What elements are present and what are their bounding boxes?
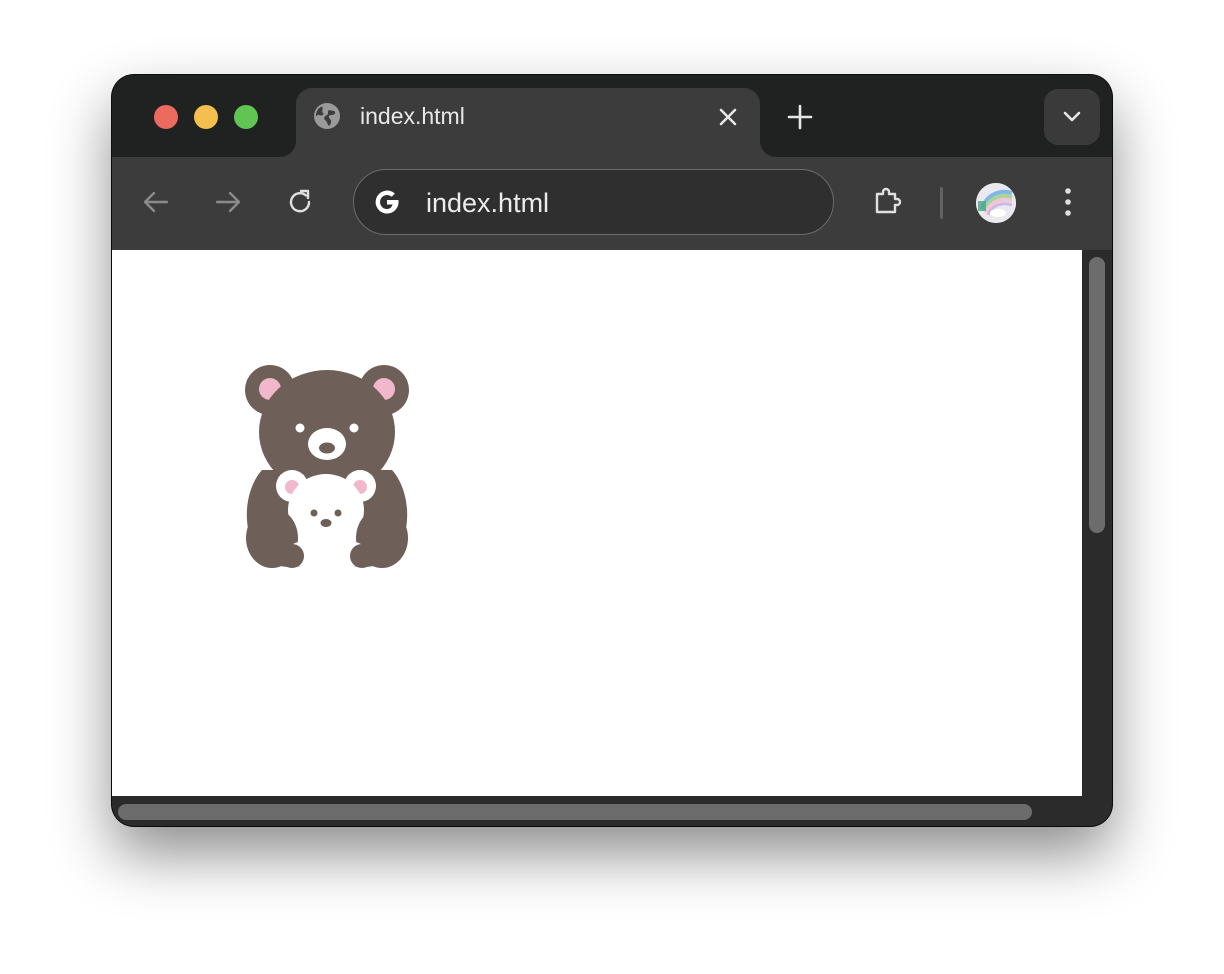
- browser-window: index.html index.html: [112, 75, 1112, 826]
- google-g-icon: [372, 187, 402, 217]
- extensions-button[interactable]: [871, 185, 905, 219]
- profile-avatar[interactable]: [976, 183, 1016, 223]
- screen: index.html index.html: [0, 0, 1224, 974]
- tab-strip: index.html: [112, 75, 1112, 157]
- tab-title: index.html: [360, 103, 465, 129]
- address-bar[interactable]: index.html: [353, 169, 834, 235]
- toolbar: index.html: [112, 157, 1112, 250]
- chevron-down-icon: [1063, 111, 1081, 122]
- globe-icon: [313, 102, 341, 130]
- zoom-window-button[interactable]: [234, 105, 258, 129]
- vertical-scrollbar-thumb[interactable]: [1089, 257, 1105, 533]
- menu-button[interactable]: [1051, 185, 1085, 219]
- new-tab-button[interactable]: [784, 101, 816, 133]
- page-viewport: [112, 250, 1082, 796]
- arrow-left-icon: [143, 191, 169, 213]
- bear-mother-and-cub-image: [242, 360, 412, 570]
- puzzle-icon: [875, 187, 902, 214]
- kebab-menu-icon: [1065, 188, 1071, 216]
- address-text: index.html: [426, 188, 550, 218]
- plus-icon: [787, 104, 813, 130]
- close-icon: [719, 108, 737, 126]
- toolbar-divider: [940, 187, 943, 219]
- back-button[interactable]: [139, 185, 173, 219]
- horizontal-scrollbar-thumb[interactable]: [118, 804, 1032, 820]
- minimize-window-button[interactable]: [194, 105, 218, 129]
- tab-close-button[interactable]: [714, 103, 742, 131]
- arrow-right-icon: [215, 191, 241, 213]
- tab-active[interactable]: index.html: [296, 88, 760, 157]
- forward-button[interactable]: [211, 185, 245, 219]
- reload-button[interactable]: [283, 185, 317, 219]
- avatar-image: [976, 183, 1016, 223]
- close-window-button[interactable]: [154, 105, 178, 129]
- tab-search-button[interactable]: [1044, 89, 1100, 145]
- reload-icon: [289, 189, 311, 213]
